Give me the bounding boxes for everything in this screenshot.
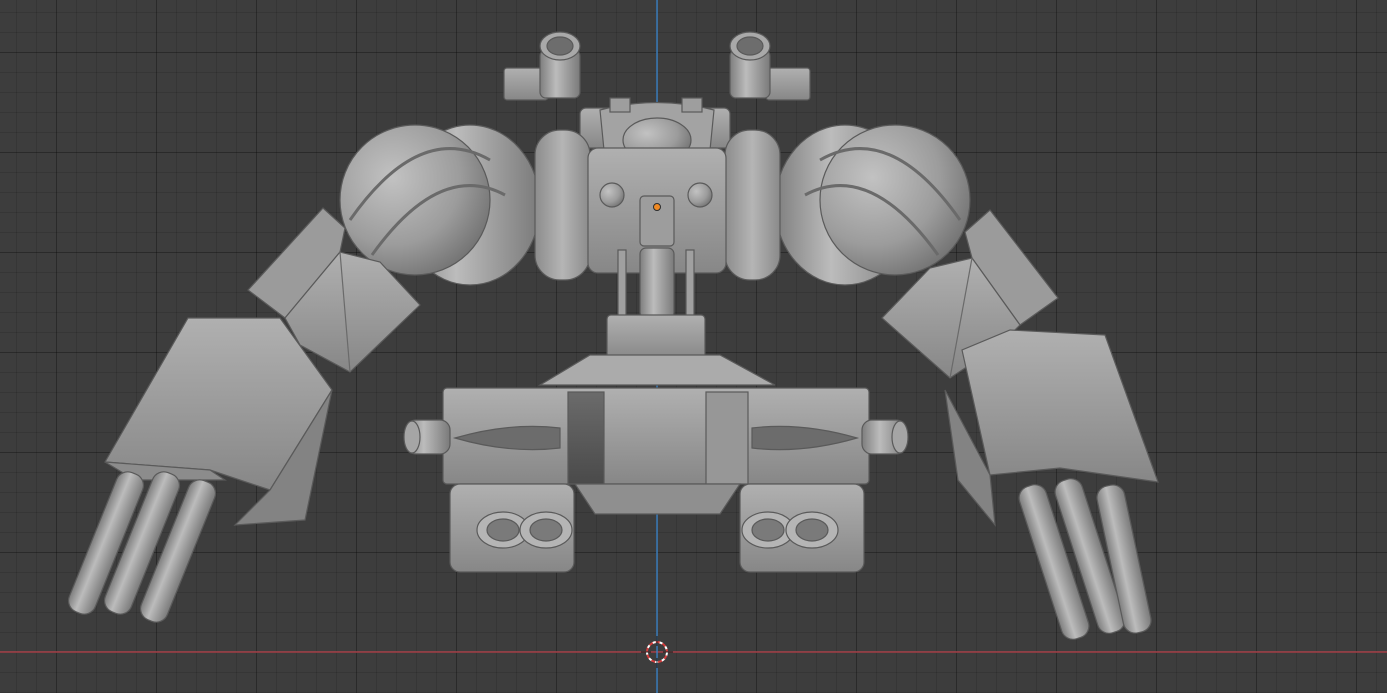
left-thrusters [449, 483, 575, 573]
right-shoulder [724, 124, 971, 286]
left-exhaust [503, 31, 581, 101]
right-hand-fingers [1018, 478, 1152, 640]
mech-robot-model [67, 31, 1159, 640]
right-exhaust [729, 31, 811, 101]
object-origin [653, 203, 661, 211]
hip-column [606, 314, 706, 361]
scene-render [0, 0, 1387, 693]
right-thrusters [739, 483, 865, 573]
left-arm [67, 207, 421, 623]
3d-viewport[interactable] [0, 0, 1387, 693]
left-hand-fingers [67, 471, 217, 623]
pelvis-top [537, 354, 776, 386]
right-arm [881, 209, 1159, 640]
